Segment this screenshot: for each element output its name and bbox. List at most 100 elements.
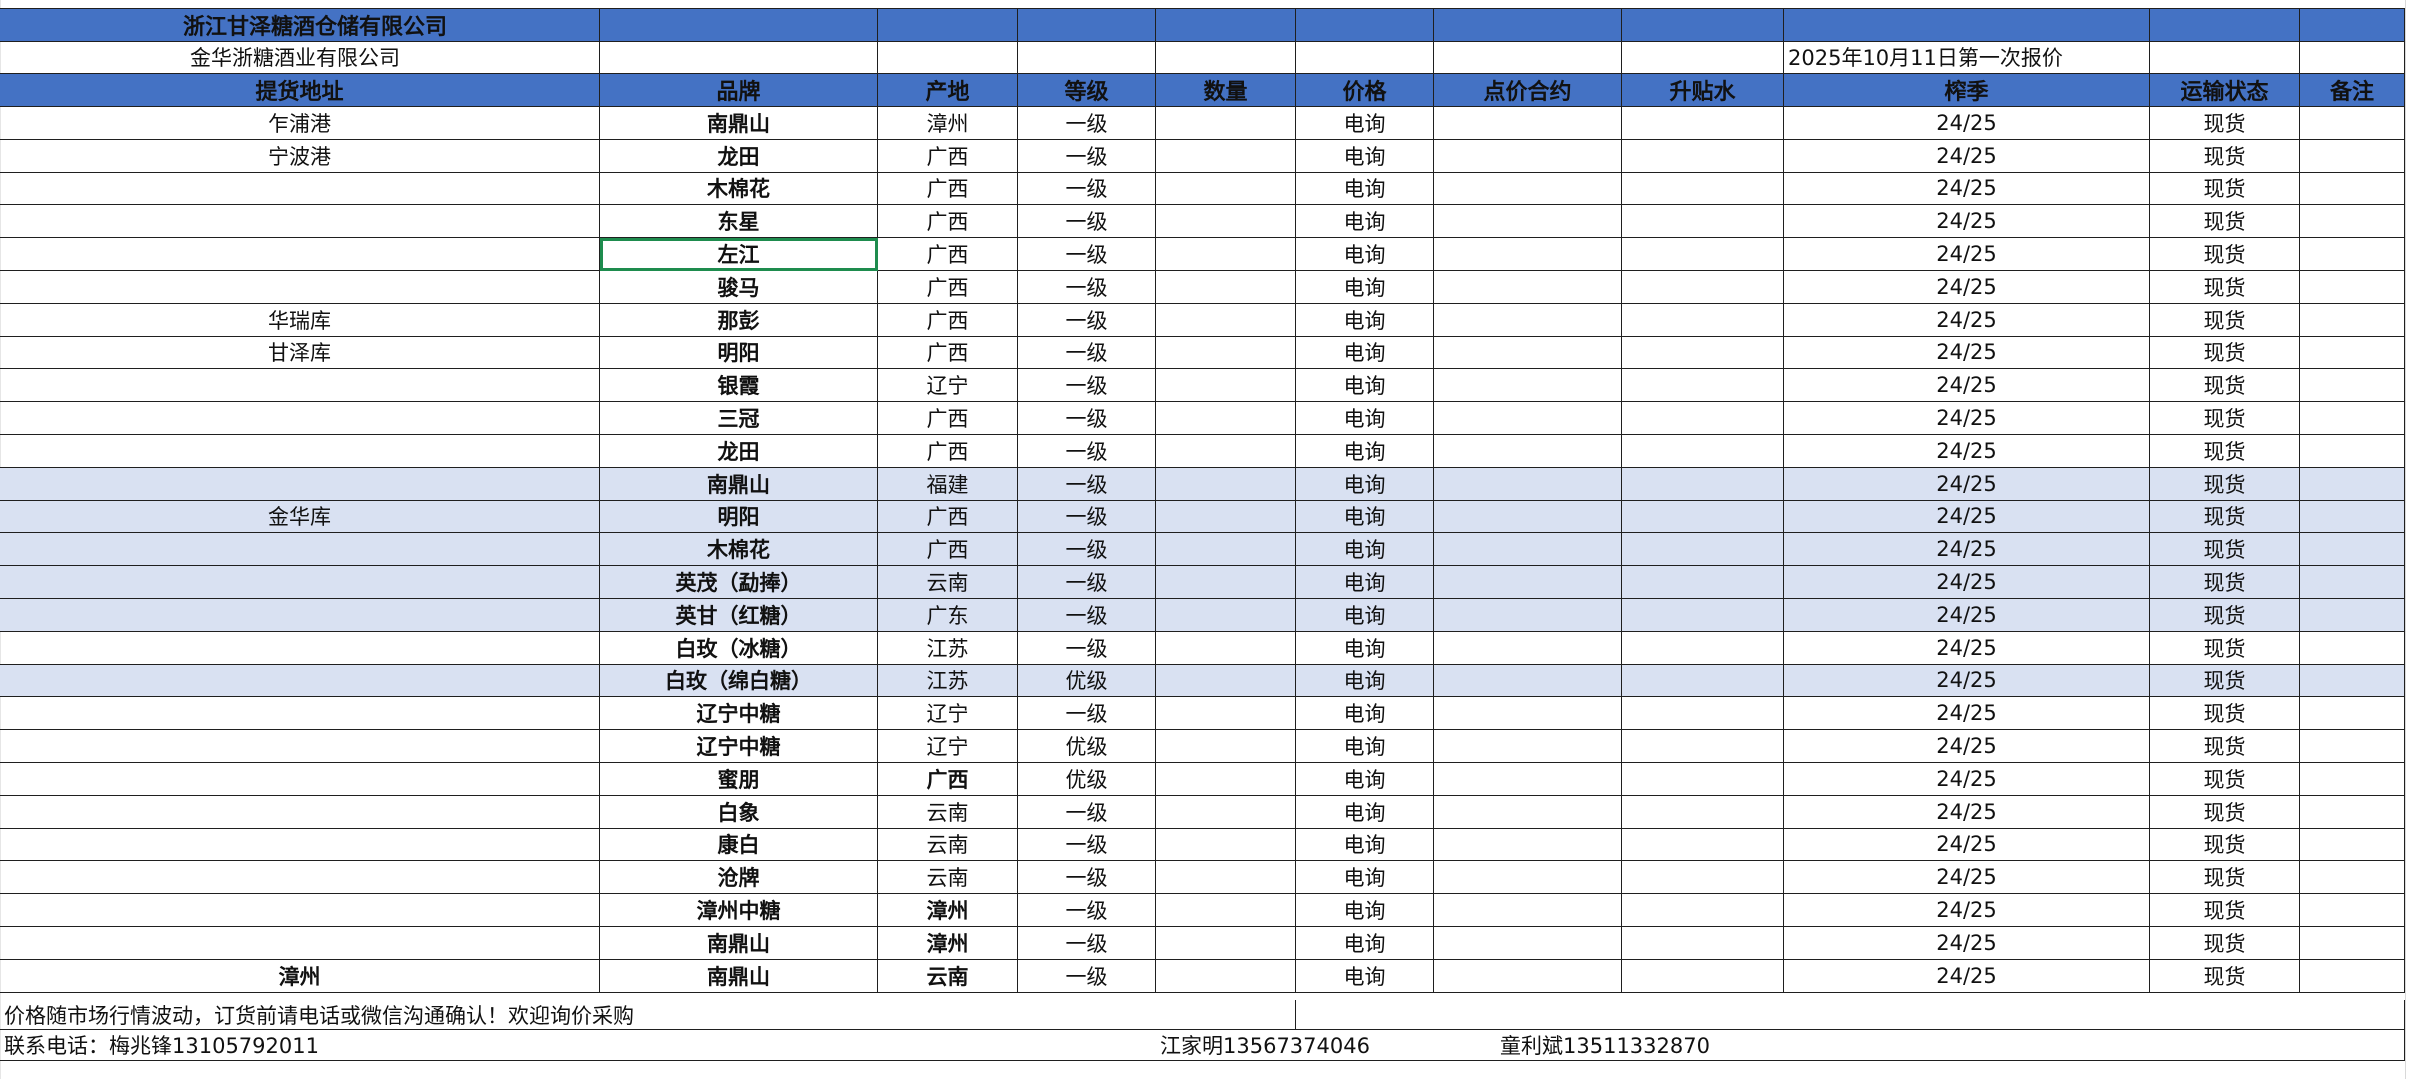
- season-cell[interactable]: 24/25: [1784, 631, 2150, 665]
- pickup-address-cell[interactable]: [0, 730, 600, 763]
- header-grade[interactable]: 等级: [1018, 74, 1156, 107]
- season-cell[interactable]: 24/25: [1784, 927, 2150, 960]
- cell[interactable]: [2300, 9, 2405, 42]
- contract-cell[interactable]: [1434, 631, 1622, 665]
- quantity-cell[interactable]: [1156, 828, 1296, 862]
- quantity-cell[interactable]: [1156, 303, 1296, 337]
- brand-cell[interactable]: 南鼎山: [600, 107, 878, 140]
- contract-cell[interactable]: [1434, 664, 1622, 698]
- cell[interactable]: [1156, 9, 1296, 42]
- brand-cell[interactable]: 南鼎山: [600, 959, 878, 993]
- season-cell[interactable]: 24/25: [1784, 959, 2150, 993]
- season-cell[interactable]: 24/25: [1784, 566, 2150, 599]
- status-cell[interactable]: 现货: [2150, 664, 2300, 698]
- grade-cell[interactable]: 优级: [1018, 664, 1156, 698]
- origin-cell[interactable]: 云南: [878, 959, 1018, 993]
- status-cell[interactable]: 现货: [2150, 107, 2300, 140]
- status-cell[interactable]: 现货: [2150, 139, 2300, 173]
- contract-cell[interactable]: [1434, 107, 1622, 140]
- remarks-cell[interactable]: [2300, 271, 2405, 304]
- season-cell[interactable]: 24/25: [1784, 402, 2150, 435]
- cell[interactable]: [600, 41, 878, 74]
- brand-cell[interactable]: 三冠: [600, 402, 878, 435]
- pickup-address-cell[interactable]: [0, 927, 600, 960]
- header-transport-status[interactable]: 运输状态: [2150, 74, 2300, 107]
- pickup-address-cell[interactable]: 宁波港: [0, 139, 600, 173]
- cell[interactable]: [878, 41, 1018, 74]
- basis-cell[interactable]: [1622, 533, 1784, 567]
- header-remarks[interactable]: 备注: [2300, 74, 2405, 107]
- quantity-cell[interactable]: [1156, 697, 1296, 731]
- header-contract[interactable]: 点价合约: [1434, 74, 1622, 107]
- spreadsheet[interactable]: 浙江甘泽糖酒仓储有限公司 金华浙糖酒业有限公司 2025年10月11日第一次报价…: [0, 0, 2433, 1079]
- price-cell[interactable]: 电询: [1296, 697, 1434, 731]
- pickup-address-cell[interactable]: [0, 599, 600, 632]
- price-cell[interactable]: 电询: [1296, 763, 1434, 796]
- remarks-cell[interactable]: [2300, 894, 2405, 927]
- pickup-address-cell[interactable]: [0, 697, 600, 731]
- pickup-address-cell[interactable]: [0, 172, 600, 206]
- price-cell[interactable]: 电询: [1296, 795, 1434, 829]
- origin-cell[interactable]: 广西: [878, 303, 1018, 337]
- contract-cell[interactable]: [1434, 763, 1622, 796]
- grade-cell[interactable]: 优级: [1018, 730, 1156, 763]
- sub-company-cell[interactable]: 金华浙糖酒业有限公司: [0, 41, 600, 74]
- status-cell[interactable]: 现货: [2150, 730, 2300, 763]
- price-cell[interactable]: 电询: [1296, 828, 1434, 862]
- price-cell[interactable]: 电询: [1296, 664, 1434, 698]
- remarks-cell[interactable]: [2300, 139, 2405, 173]
- grade-cell[interactable]: 一级: [1018, 959, 1156, 993]
- origin-cell[interactable]: 广西: [878, 763, 1018, 796]
- remarks-cell[interactable]: [2300, 533, 2405, 567]
- price-cell[interactable]: 电询: [1296, 631, 1434, 665]
- quantity-cell[interactable]: [1156, 795, 1296, 829]
- brand-cell[interactable]: 木棉花: [600, 172, 878, 206]
- origin-cell[interactable]: 辽宁: [878, 369, 1018, 403]
- basis-cell[interactable]: [1622, 369, 1784, 403]
- grade-cell[interactable]: 一级: [1018, 303, 1156, 337]
- remarks-cell[interactable]: [2300, 435, 2405, 468]
- origin-cell[interactable]: 广西: [878, 533, 1018, 567]
- quantity-cell[interactable]: [1156, 205, 1296, 239]
- price-cell[interactable]: 电询: [1296, 402, 1434, 435]
- remarks-cell[interactable]: [2300, 107, 2405, 140]
- cell[interactable]: [2150, 41, 2300, 74]
- status-cell[interactable]: 现货: [2150, 336, 2300, 370]
- remarks-cell[interactable]: [2300, 828, 2405, 862]
- contract-cell[interactable]: [1434, 139, 1622, 173]
- contract-cell[interactable]: [1434, 533, 1622, 567]
- price-cell[interactable]: 电询: [1296, 139, 1434, 173]
- status-cell[interactable]: 现货: [2150, 205, 2300, 239]
- quantity-cell[interactable]: [1156, 894, 1296, 927]
- status-cell[interactable]: 现货: [2150, 599, 2300, 632]
- pickup-address-cell[interactable]: 漳州: [0, 959, 600, 993]
- basis-cell[interactable]: [1622, 500, 1784, 534]
- pickup-address-cell[interactable]: [0, 566, 600, 599]
- brand-cell[interactable]: 东星: [600, 205, 878, 239]
- grade-cell[interactable]: 一级: [1018, 927, 1156, 960]
- cell[interactable]: [878, 9, 1018, 42]
- status-cell[interactable]: 现货: [2150, 927, 2300, 960]
- origin-cell[interactable]: 广西: [878, 402, 1018, 435]
- brand-cell[interactable]: 南鼎山: [600, 467, 878, 501]
- basis-cell[interactable]: [1622, 697, 1784, 731]
- brand-cell[interactable]: 龙田: [600, 139, 878, 173]
- origin-cell[interactable]: 漳州: [878, 894, 1018, 927]
- season-cell[interactable]: 24/25: [1784, 205, 2150, 239]
- cell[interactable]: [1156, 41, 1296, 74]
- contract-cell[interactable]: [1434, 435, 1622, 468]
- quantity-cell[interactable]: [1156, 763, 1296, 796]
- cell[interactable]: [1622, 41, 1784, 74]
- basis-cell[interactable]: [1622, 664, 1784, 698]
- remarks-cell[interactable]: [2300, 336, 2405, 370]
- brand-cell[interactable]: 明阳: [600, 336, 878, 370]
- basis-cell[interactable]: [1622, 763, 1784, 796]
- quantity-cell[interactable]: [1156, 566, 1296, 599]
- quantity-cell[interactable]: [1156, 139, 1296, 173]
- header-pickup-address[interactable]: 提货地址: [0, 74, 600, 107]
- status-cell[interactable]: 现货: [2150, 435, 2300, 468]
- basis-cell[interactable]: [1622, 467, 1784, 501]
- grade-cell[interactable]: 一级: [1018, 599, 1156, 632]
- origin-cell[interactable]: 江苏: [878, 631, 1018, 665]
- cell[interactable]: [1296, 41, 1434, 74]
